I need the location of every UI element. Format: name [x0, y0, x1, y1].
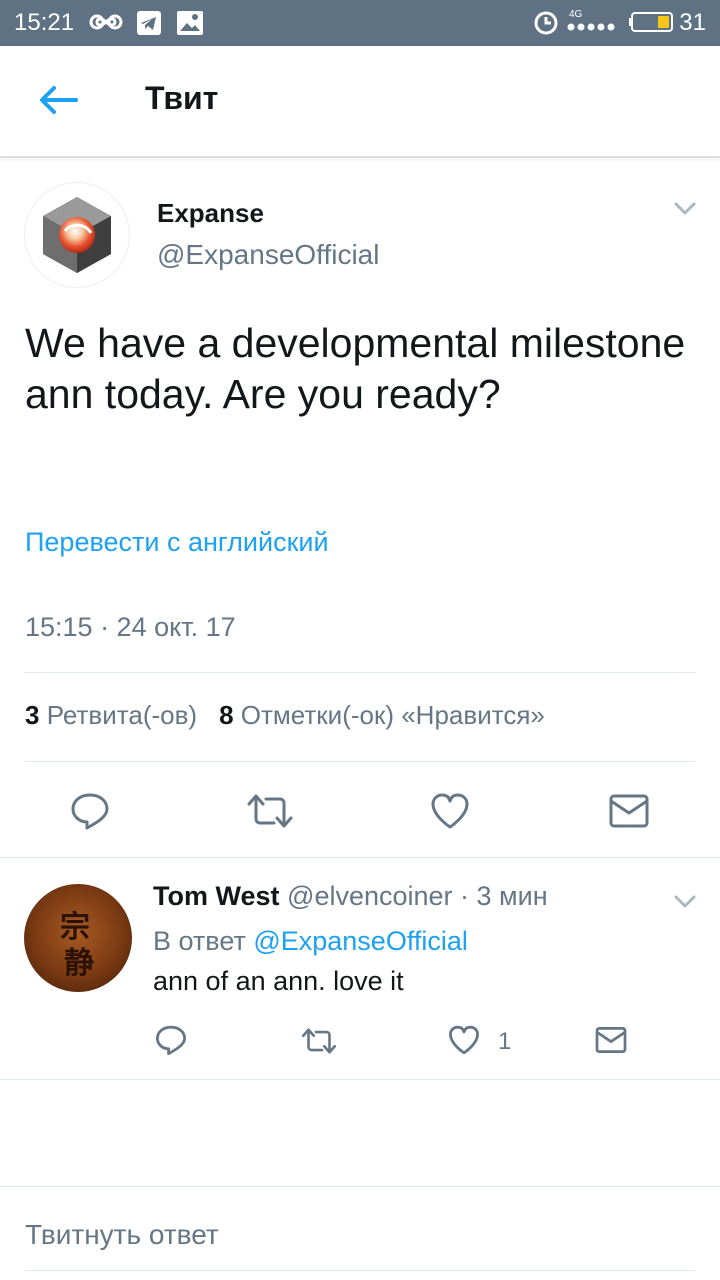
retweet-count: 3: [25, 700, 40, 730]
divider: [0, 1186, 720, 1187]
tweet-timestamp: 15:15 · 24 окт. 17: [25, 612, 236, 642]
like-label: Отметки(-ок) «Нравится»: [240, 700, 545, 730]
reply-like-count: 1: [498, 1028, 512, 1055]
retweet-icon[interactable]: [246, 791, 294, 831]
battery-icon: [629, 12, 673, 32]
chevron-down-icon[interactable]: [674, 202, 696, 216]
telegram-icon: [137, 11, 161, 35]
infinity-icon: [89, 14, 123, 30]
gallery-icon: [177, 11, 203, 35]
like-icon[interactable]: [447, 1024, 481, 1056]
retweet-icon[interactable]: [300, 1026, 338, 1056]
like-icon[interactable]: [429, 791, 471, 831]
tweet-text: We have a developmental milestone ann to…: [25, 320, 686, 417]
alarm-icon: [534, 11, 558, 35]
expanse-logo: [43, 197, 111, 273]
translate-link[interactable]: Перевести с английский: [25, 527, 329, 558]
status-time: 15:21: [14, 9, 75, 36]
app-bar: Твит: [0, 46, 720, 158]
tweet-author-avatar[interactable]: [25, 183, 129, 287]
avatar-glyph: 静: [64, 946, 94, 981]
reply-author-handle[interactable]: @elvencoiner: [287, 881, 453, 911]
back-arrow-icon[interactable]: [38, 84, 78, 116]
direct-message-icon[interactable]: [595, 1026, 627, 1054]
reply-icon[interactable]: [155, 1024, 187, 1056]
reply-to-line: В ответ @ExpanseOfficial: [153, 926, 468, 957]
reply-header: Tom West @elvencoiner · 3 мин: [153, 881, 548, 912]
tweet-stats: 3 Ретвита(-ов) 8 Отметки(-ок) «Нравится»: [25, 700, 545, 731]
reply-author-name[interactable]: Tom West: [153, 881, 280, 911]
divider: [0, 857, 720, 858]
tweet-author-handle[interactable]: @ExpanseOfficial: [157, 239, 379, 271]
divider: [0, 1079, 720, 1080]
likes-stat[interactable]: 8 Отметки(-ок) «Нравится»: [219, 700, 545, 730]
reply-text: ann of an ann. love it: [153, 966, 404, 996]
like-count: 8: [219, 700, 234, 730]
divider: [25, 672, 695, 673]
page-title: Твит: [145, 80, 219, 116]
reply-compose-input[interactable]: Твитнуть ответ: [25, 1219, 219, 1251]
battery-level: 31: [679, 9, 706, 36]
svg-text:4G: 4G: [569, 9, 583, 20]
compose-underline: [25, 1270, 695, 1271]
signal-icon: 4G: [567, 9, 615, 31]
reply-author-avatar[interactable]: 宗 静: [24, 884, 132, 992]
divider: [25, 761, 695, 762]
reply-to-prefix: В ответ: [153, 926, 246, 956]
tweet-author-name[interactable]: Expanse: [157, 198, 264, 229]
chevron-down-icon[interactable]: [674, 895, 696, 909]
reply-time: · 3 мин: [460, 881, 548, 911]
reply-to-mention[interactable]: @ExpanseOfficial: [253, 926, 468, 956]
reply-icon[interactable]: [70, 791, 110, 831]
retweet-label: Ретвита(-ов): [46, 700, 198, 730]
retweets-stat[interactable]: 3 Ретвита(-ов): [25, 700, 197, 730]
status-bar: 15:21 4G 31: [0, 0, 720, 46]
direct-message-icon[interactable]: [609, 793, 649, 829]
